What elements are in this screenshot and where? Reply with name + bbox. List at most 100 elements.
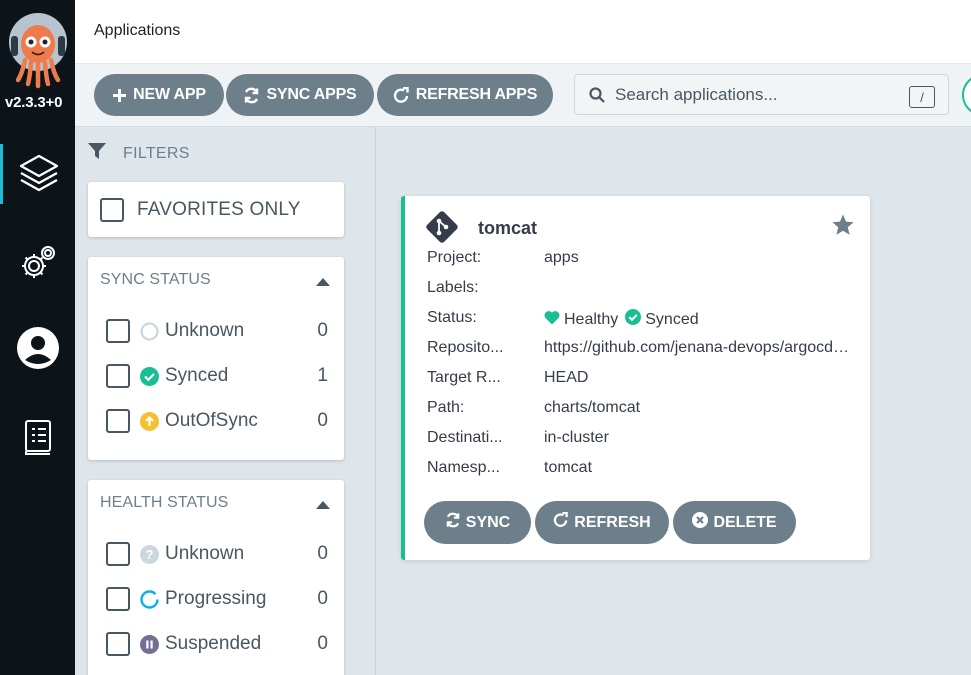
filters-header: FILTERS bbox=[87, 141, 190, 166]
health-status-title: HEALTH STATUS bbox=[100, 494, 229, 511]
collapse-caret-icon[interactable] bbox=[316, 501, 330, 509]
view-toggle-button[interactable] bbox=[962, 74, 971, 116]
filter-count: 0 bbox=[317, 633, 328, 654]
filter-label: Unknown bbox=[165, 320, 245, 341]
sync-icon bbox=[445, 512, 461, 533]
checkbox[interactable] bbox=[106, 632, 130, 656]
version-label: v2.3.3+0 bbox=[5, 94, 63, 111]
field-target-revision: Target R... HEAD bbox=[427, 369, 857, 391]
close-circle-icon bbox=[692, 512, 709, 533]
heart-icon bbox=[544, 310, 560, 330]
field-value: https://github.com/jenana-devops/argocd-… bbox=[544, 339, 856, 357]
sync-status-panel: SYNC STATUS Unknown 0 Synced 1 OutOfSync… bbox=[88, 257, 344, 460]
check-circle-icon bbox=[625, 309, 642, 330]
sync-label: SYNC bbox=[465, 513, 511, 531]
search-input[interactable] bbox=[615, 83, 895, 107]
filter-count: 0 bbox=[317, 410, 328, 431]
delete-label: DELETE bbox=[713, 513, 777, 531]
refresh-icon bbox=[553, 511, 569, 533]
health-status-panel: HEALTH STATUS ? Unknown 0 Progressing 0 … bbox=[88, 480, 344, 675]
page-title: Applications bbox=[94, 22, 181, 39]
field-key: Labels: bbox=[427, 279, 479, 296]
health-filter-unknown[interactable]: ? Unknown 0 bbox=[106, 541, 328, 567]
checkbox[interactable] bbox=[106, 542, 130, 566]
svg-text:?: ? bbox=[146, 547, 154, 562]
checkbox[interactable] bbox=[106, 319, 130, 343]
favorite-star-icon[interactable] bbox=[831, 213, 855, 242]
nav-item-settings[interactable] bbox=[0, 232, 75, 292]
pause-circle-icon bbox=[140, 634, 159, 654]
search-shortcut-key: / bbox=[909, 86, 935, 108]
filter-count: 0 bbox=[317, 320, 328, 341]
refresh-label: REFRESH bbox=[574, 513, 651, 531]
nav-item-applications[interactable] bbox=[0, 144, 75, 204]
app-name[interactable]: tomcat bbox=[478, 218, 537, 239]
sync-button[interactable]: SYNC bbox=[424, 501, 531, 544]
checkbox[interactable] bbox=[106, 364, 130, 388]
sync-status-title: SYNC STATUS bbox=[100, 271, 211, 288]
repository-url[interactable]: https://github.com/jenana-devops/argocd-… bbox=[544, 339, 852, 357]
search-icon bbox=[589, 87, 605, 108]
nav-item-documentation[interactable] bbox=[0, 408, 75, 468]
field-path: Path: charts/tomcat bbox=[427, 399, 857, 421]
filter-count: 0 bbox=[317, 543, 328, 564]
health-filter-progressing[interactable]: Progressing 0 bbox=[106, 586, 328, 612]
delete-button[interactable]: DELETE bbox=[673, 501, 796, 544]
sync-apps-button[interactable]: SYNC APPS bbox=[226, 74, 374, 116]
field-labels: Labels: bbox=[427, 279, 857, 301]
question-circle-icon: ? bbox=[140, 544, 159, 564]
gear-icon bbox=[18, 242, 58, 282]
refresh-icon bbox=[393, 86, 410, 104]
filter-label: Progressing bbox=[165, 588, 267, 609]
favorites-only-filter[interactable]: FAVORITES ONLY bbox=[88, 182, 344, 237]
sync-status-text: Synced bbox=[645, 310, 699, 328]
refresh-apps-label: REFRESH APPS bbox=[415, 86, 538, 103]
git-icon bbox=[426, 211, 458, 248]
argo-logo-icon[interactable] bbox=[8, 12, 68, 90]
search-box[interactable]: / bbox=[574, 74, 949, 115]
favorites-only-label: FAVORITES ONLY bbox=[137, 198, 301, 220]
sync-apps-label: SYNC APPS bbox=[266, 86, 357, 103]
sync-filter-synced[interactable]: Synced 1 bbox=[106, 363, 328, 389]
filters-pane: FILTERS FAVORITES ONLY SYNC STATUS Unkno… bbox=[75, 127, 376, 675]
status-values: Healthy Synced bbox=[544, 309, 856, 330]
favorites-only-checkbox[interactable] bbox=[100, 197, 124, 222]
new-app-label: NEW APP bbox=[133, 86, 206, 103]
health-status-text: Healthy bbox=[564, 310, 619, 328]
left-nav: v2.3.3+0 bbox=[0, 0, 75, 675]
user-icon bbox=[16, 326, 60, 370]
toolbar: NEW APP SYNC APPS REFRESH APPS / bbox=[75, 64, 971, 127]
progress-circle-icon bbox=[140, 589, 159, 609]
arrow-up-circle-icon bbox=[140, 411, 159, 431]
unknown-circle-icon bbox=[140, 321, 159, 341]
refresh-button[interactable]: REFRESH bbox=[535, 501, 669, 544]
filter-label: Unknown bbox=[165, 543, 245, 564]
docs-icon bbox=[22, 419, 54, 457]
filter-count: 0 bbox=[317, 588, 328, 609]
field-key: Target R... bbox=[427, 369, 501, 386]
field-value: HEAD bbox=[544, 369, 589, 386]
filter-label: Suspended bbox=[165, 633, 262, 654]
filter-label: Synced bbox=[165, 365, 229, 386]
sync-icon bbox=[243, 87, 260, 104]
field-value: in-cluster bbox=[544, 429, 609, 446]
field-value: apps bbox=[544, 249, 579, 266]
sync-filter-unknown[interactable]: Unknown 0 bbox=[106, 318, 328, 344]
nav-item-user-info[interactable] bbox=[0, 318, 75, 378]
new-app-button[interactable]: NEW APP bbox=[94, 74, 224, 116]
app-card-tomcat[interactable]: tomcat Project: apps Labels: Status: Hea… bbox=[401, 196, 870, 560]
checkbox[interactable] bbox=[106, 409, 130, 433]
filters-title: FILTERS bbox=[123, 144, 190, 162]
field-destination: Destinati... in-cluster bbox=[427, 429, 857, 451]
field-key: Path: bbox=[427, 399, 465, 416]
filter-count: 1 bbox=[317, 365, 328, 386]
field-project: Project: apps bbox=[427, 249, 857, 271]
health-filter-suspended[interactable]: Suspended 0 bbox=[106, 631, 328, 657]
refresh-apps-button[interactable]: REFRESH APPS bbox=[377, 74, 553, 116]
top-header: Applications bbox=[75, 0, 971, 64]
collapse-caret-icon[interactable] bbox=[316, 278, 330, 286]
field-key: Namesp... bbox=[427, 459, 500, 476]
plus-icon bbox=[112, 88, 127, 103]
checkbox[interactable] bbox=[106, 587, 130, 611]
sync-filter-outofsync[interactable]: OutOfSync 0 bbox=[106, 408, 328, 434]
